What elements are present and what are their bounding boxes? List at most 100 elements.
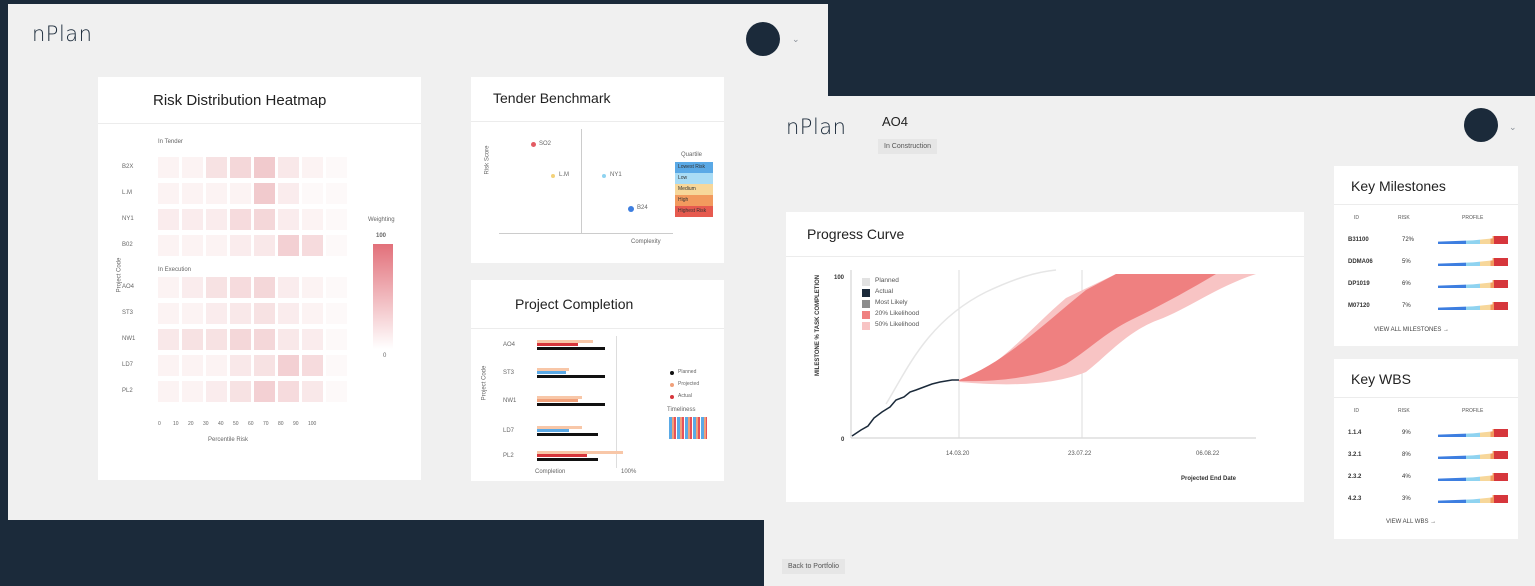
heatmap-cell[interactable]: [302, 303, 323, 324]
heatmap-cell[interactable]: [278, 235, 299, 256]
heatmap-cell[interactable]: [158, 183, 179, 204]
heatmap-cell[interactable]: [254, 329, 275, 350]
heatmap-cell[interactable]: [326, 355, 347, 376]
planned-bar[interactable]: [537, 347, 605, 350]
table-row[interactable]: DDMA06 5%: [1334, 252, 1518, 274]
heatmap-cell[interactable]: [302, 209, 323, 230]
table-row[interactable]: 2.3.2 4%: [1334, 467, 1518, 489]
heatmap-cell[interactable]: [326, 303, 347, 324]
point-lm[interactable]: [551, 174, 555, 178]
heatmap-cell[interactable]: [302, 235, 323, 256]
heatmap-cell[interactable]: [206, 235, 227, 256]
heatmap-cell[interactable]: [302, 329, 323, 350]
table-row[interactable]: 3.2.1 8%: [1334, 445, 1518, 467]
heatmap-cell[interactable]: [278, 329, 299, 350]
heatmap-cell[interactable]: [278, 355, 299, 376]
heatmap-cell[interactable]: [254, 381, 275, 402]
heatmap-cell[interactable]: [182, 329, 203, 350]
heatmap-cell[interactable]: [326, 157, 347, 178]
heatmap-cell[interactable]: [278, 303, 299, 324]
heatmap-cell[interactable]: [278, 183, 299, 204]
heatmap-cell[interactable]: [182, 157, 203, 178]
heatmap-cell[interactable]: [158, 303, 179, 324]
table-row[interactable]: B31100 72%: [1334, 230, 1518, 252]
heatmap-cell[interactable]: [158, 157, 179, 178]
heatmap-cell[interactable]: [182, 235, 203, 256]
planned-bar[interactable]: [537, 433, 598, 436]
view-all-wbs-link[interactable]: VIEW ALL WBS →: [1386, 519, 1436, 525]
heatmap-cell[interactable]: [302, 355, 323, 376]
heatmap-cell[interactable]: [254, 157, 275, 178]
actual-bar[interactable]: [537, 343, 578, 346]
table-row[interactable]: M07120 7%: [1334, 296, 1518, 318]
back-to-portfolio-button[interactable]: Back to Portfolio: [782, 559, 845, 574]
heatmap-cell[interactable]: [182, 277, 203, 298]
heatmap-cell[interactable]: [326, 329, 347, 350]
point-ny1[interactable]: [602, 174, 606, 178]
heatmap-cell[interactable]: [206, 277, 227, 298]
planned-bar[interactable]: [537, 458, 598, 461]
heatmap-cell[interactable]: [230, 355, 251, 376]
table-row[interactable]: DP1019 6%: [1334, 274, 1518, 296]
heatmap-cell[interactable]: [230, 329, 251, 350]
heatmap-cell[interactable]: [230, 235, 251, 256]
heatmap-cell[interactable]: [326, 183, 347, 204]
heatmap-cell[interactable]: [158, 381, 179, 402]
actual-bar-early[interactable]: [537, 429, 569, 432]
heatmap-cell[interactable]: [278, 209, 299, 230]
user-avatar[interactable]: [746, 22, 780, 56]
heatmap-cell[interactable]: [158, 277, 179, 298]
heatmap-cell[interactable]: [206, 303, 227, 324]
heatmap-cell[interactable]: [206, 157, 227, 178]
heatmap-cell[interactable]: [302, 183, 323, 204]
heatmap-cell[interactable]: [302, 157, 323, 178]
heatmap-cell[interactable]: [326, 209, 347, 230]
heatmap-cell[interactable]: [206, 329, 227, 350]
heatmap-cell[interactable]: [230, 277, 251, 298]
user-avatar[interactable]: [1464, 108, 1498, 142]
heatmap-cell[interactable]: [302, 277, 323, 298]
heatmap-cell[interactable]: [326, 381, 347, 402]
heatmap-cell[interactable]: [158, 355, 179, 376]
heatmap-cell[interactable]: [206, 355, 227, 376]
heatmap-cell[interactable]: [206, 183, 227, 204]
heatmap-cell[interactable]: [230, 381, 251, 402]
actual-bar-early[interactable]: [537, 371, 566, 374]
point-b24[interactable]: [628, 206, 634, 212]
heatmap-cell[interactable]: [158, 329, 179, 350]
view-all-milestones-link[interactable]: VIEW ALL MILESTONES →: [1374, 327, 1449, 333]
heatmap-cell[interactable]: [158, 235, 179, 256]
planned-bar[interactable]: [537, 403, 605, 406]
planned-bar[interactable]: [537, 375, 605, 378]
heatmap-cell[interactable]: [326, 277, 347, 298]
heatmap-cell[interactable]: [206, 381, 227, 402]
heatmap-cell[interactable]: [278, 381, 299, 402]
heatmap-cell[interactable]: [182, 381, 203, 402]
heatmap-cell[interactable]: [254, 277, 275, 298]
heatmap-cell[interactable]: [230, 303, 251, 324]
actual-bar-late[interactable]: [537, 399, 578, 402]
point-so2[interactable]: [531, 142, 536, 147]
heatmap-cell[interactable]: [254, 355, 275, 376]
heatmap-cell[interactable]: [254, 209, 275, 230]
heatmap-cell[interactable]: [182, 303, 203, 324]
heatmap-cell[interactable]: [278, 157, 299, 178]
heatmap-cell[interactable]: [230, 157, 251, 178]
heatmap-cell[interactable]: [302, 381, 323, 402]
heatmap-cell[interactable]: [230, 209, 251, 230]
chevron-down-icon[interactable]: ⌄: [1509, 122, 1517, 133]
table-row[interactable]: 4.2.3 3%: [1334, 489, 1518, 511]
heatmap-cell[interactable]: [326, 235, 347, 256]
heatmap-cell[interactable]: [278, 277, 299, 298]
heatmap-cell[interactable]: [182, 183, 203, 204]
heatmap-cell[interactable]: [254, 235, 275, 256]
heatmap-cell[interactable]: [158, 209, 179, 230]
heatmap-cell[interactable]: [206, 209, 227, 230]
heatmap-cell[interactable]: [254, 183, 275, 204]
heatmap-cell[interactable]: [230, 183, 251, 204]
heatmap-cell[interactable]: [182, 209, 203, 230]
heatmap-cell[interactable]: [254, 303, 275, 324]
table-row[interactable]: 1.1.4 9%: [1334, 423, 1518, 445]
actual-bar[interactable]: [537, 454, 587, 457]
chevron-down-icon[interactable]: ⌄: [792, 34, 800, 45]
